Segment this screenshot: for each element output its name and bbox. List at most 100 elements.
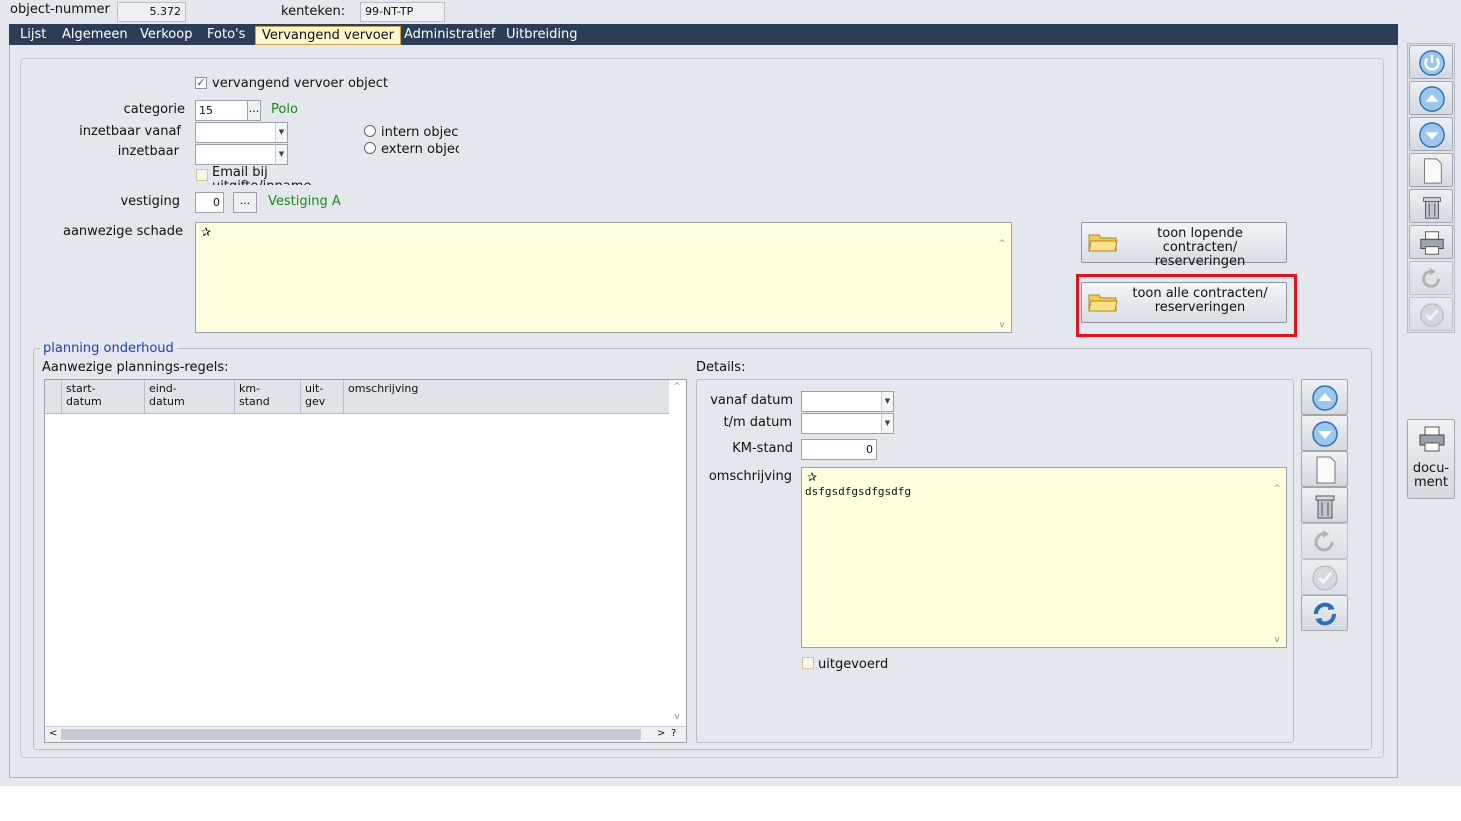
save-button[interactable]: [1301, 559, 1348, 595]
vanaf-datum-date[interactable]: ▼: [801, 391, 894, 412]
refresh-button[interactable]: [1301, 595, 1348, 631]
scroll-down-icon[interactable]: v: [995, 320, 1009, 330]
scroll-up-icon[interactable]: ^: [995, 239, 1009, 249]
uitgevoerd-checkbox[interactable]: [802, 657, 814, 669]
plannings-regels-label: Aanwezige plannings-regels:: [42, 360, 229, 375]
planning-onderhoud-title: planning onderhoud: [40, 341, 177, 356]
new-document-icon: [1316, 456, 1336, 484]
plannings-regels-table[interactable]: start-datum eind-datum km-stand uit-gev …: [44, 379, 687, 743]
tm-datum-label: t/m datum: [723, 415, 793, 430]
extern-object-label: extern object: [381, 142, 459, 157]
vestiging-input[interactable]: 0: [195, 192, 224, 213]
undo-icon: [1422, 267, 1440, 288]
power-button[interactable]: [1409, 45, 1453, 79]
delete-button[interactable]: [1301, 487, 1348, 523]
delete-record-button[interactable]: [1409, 189, 1453, 223]
trash-icon: [1423, 197, 1441, 219]
toon-alle-contracten-button[interactable]: toon alle contracten/reserveringen: [1081, 282, 1287, 323]
email-label: Email bij uitgifte/inname: [212, 166, 311, 185]
printer-icon: [1419, 426, 1445, 452]
tab-vervangend-vervoer[interactable]: Vervangend vervoer: [255, 26, 402, 45]
schade-label: aanwezige schade: [63, 224, 183, 239]
horizontal-scrollbar[interactable]: < > ?: [45, 726, 686, 742]
omschrijving-textarea[interactable]: ✰ dsfgsdfgsdfgsdfg ^ v: [801, 467, 1287, 648]
document-button[interactable]: docu- ment: [1407, 419, 1455, 499]
table-header: start-datum eind-datum km-stand uit-gev …: [45, 380, 669, 414]
new-button[interactable]: [1409, 153, 1453, 187]
scroll-up-icon[interactable]: ^: [670, 382, 684, 392]
tab-algemeen[interactable]: Algemeen: [56, 26, 134, 44]
previous-record-button[interactable]: [1409, 81, 1453, 115]
details-label: Details:: [696, 360, 746, 375]
move-down-button[interactable]: [1301, 415, 1348, 451]
toon-lopende-line2: reserveringen: [1154, 254, 1246, 269]
vestiging-name: Vestiging A: [268, 194, 341, 209]
vervangend-vervoer-checkbox[interactable]: [195, 77, 207, 89]
kenteken-label: kenteken:: [281, 4, 346, 19]
arrow-up-icon: [1419, 86, 1445, 112]
toon-lopende-contracten-button[interactable]: toon lopende contracten/reserveringen: [1081, 222, 1287, 269]
undo-record-button[interactable]: [1409, 261, 1453, 295]
next-record-button[interactable]: [1409, 117, 1453, 151]
categorie-input[interactable]: 15: [195, 100, 248, 121]
vestiging-lookup-button[interactable]: ...: [233, 192, 257, 213]
tab-administratief[interactable]: Administratief: [398, 26, 502, 44]
undo-button[interactable]: [1301, 523, 1348, 559]
categorie-label: categorie: [123, 102, 185, 117]
intern-object-radio[interactable]: [364, 125, 376, 137]
move-up-button[interactable]: [1301, 379, 1348, 415]
scroll-up-icon[interactable]: ^: [1270, 484, 1284, 494]
document-label-line1: docu-: [1412, 461, 1450, 476]
chevron-down-icon[interactable]: ▼: [275, 145, 287, 164]
print-button[interactable]: [1409, 225, 1453, 259]
omschrijving-label: omschrijving: [708, 469, 792, 484]
scroll-right-icon[interactable]: >: [657, 728, 665, 739]
help-icon[interactable]: ?: [671, 728, 676, 739]
column-omschrijving[interactable]: omschrijving: [344, 380, 669, 414]
extern-object-radio[interactable]: [364, 142, 376, 154]
tab-lijst[interactable]: Lijst: [14, 26, 52, 44]
pin-icon[interactable]: ✰: [805, 470, 819, 484]
inzetbaar-date[interactable]: ▼: [195, 144, 288, 165]
scrollbar-thumb[interactable]: [61, 729, 641, 740]
chevron-down-icon[interactable]: ▼: [275, 123, 287, 142]
column-km-stand[interactable]: km-stand: [235, 380, 301, 414]
object-nummer-field: 5.372: [117, 2, 186, 22]
inzetbaar-vanaf-label: inzetbaar vanaf: [79, 124, 181, 139]
column-uitgevoerd[interactable]: uit-gev: [301, 380, 344, 414]
scroll-down-icon[interactable]: v: [1270, 635, 1284, 645]
pin-icon[interactable]: ✰: [199, 225, 213, 239]
folder-icon: [1088, 234, 1118, 252]
categorie-name: Polo: [271, 102, 298, 117]
tab-bar: Lijst Algemeen Verkoop Foto's Vervangend…: [9, 24, 1398, 45]
tab-fotos[interactable]: Foto's: [201, 26, 251, 44]
arrow-down-icon: [1312, 421, 1338, 447]
vervangend-vervoer-label: vervangend vervoer object: [212, 76, 389, 91]
new-record-button[interactable]: [1301, 451, 1348, 487]
scroll-left-icon[interactable]: <: [49, 728, 57, 739]
kenteken-field: 99-NT-TP: [360, 2, 445, 22]
schade-textarea[interactable]: ✰ ^ v: [195, 222, 1012, 333]
categorie-lookup-button[interactable]: ...: [247, 100, 261, 121]
folder-icon: [1088, 294, 1118, 312]
tab-uitbreiding[interactable]: Uitbreiding: [500, 26, 584, 44]
row-selector-header: [45, 380, 62, 414]
email-checkbox[interactable]: [196, 169, 208, 181]
chevron-down-icon[interactable]: ▼: [881, 392, 893, 411]
checkmark-icon: [1312, 565, 1338, 591]
save-record-button[interactable]: [1409, 297, 1453, 331]
tab-verkoop[interactable]: Verkoop: [134, 26, 198, 44]
chevron-down-icon[interactable]: ▼: [881, 414, 893, 433]
refresh-icon: [1314, 602, 1336, 626]
checkmark-icon: [1420, 303, 1444, 327]
scroll-down-icon[interactable]: v: [670, 712, 684, 722]
toon-alle-line1: toon alle contracten/: [1132, 286, 1268, 301]
vanaf-datum-label: vanaf datum: [710, 393, 793, 408]
column-start-datum[interactable]: start-datum: [62, 380, 145, 414]
column-eind-datum[interactable]: eind-datum: [145, 380, 235, 414]
inzetbaar-vanaf-date[interactable]: ▼: [195, 122, 288, 143]
km-stand-input[interactable]: 0: [801, 439, 877, 460]
trash-icon: [1315, 495, 1335, 519]
tm-datum-date[interactable]: ▼: [801, 413, 894, 434]
inzetbaar-label: inzetbaar: [117, 144, 179, 159]
